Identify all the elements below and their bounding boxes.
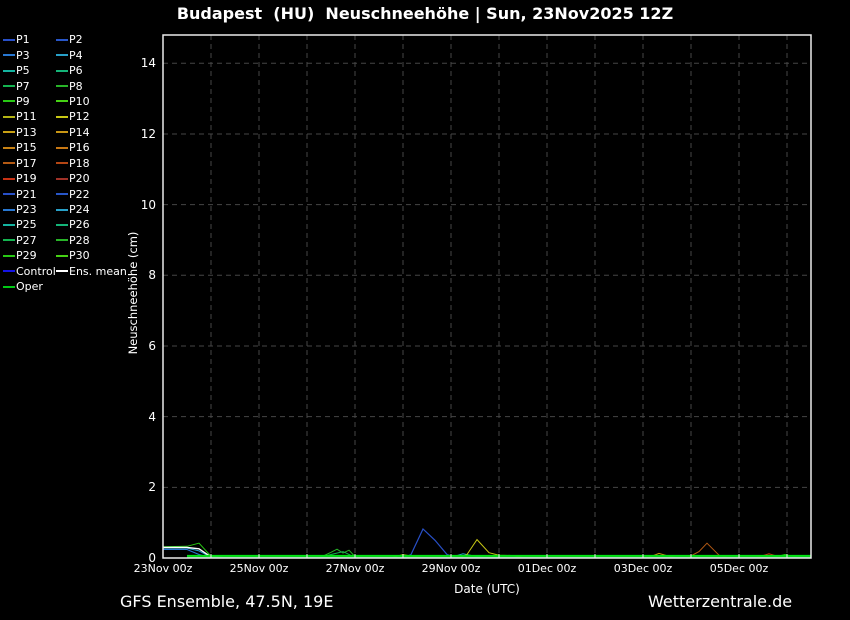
y-axis-title: Neuschneehöhe (cm): [126, 232, 140, 355]
x-tick-label: 25Nov 00z: [230, 562, 289, 575]
series-P21-spike: [403, 529, 463, 558]
y-tick-label: 4: [118, 410, 156, 424]
y-tick-label: 10: [118, 198, 156, 212]
y-tick-label: 2: [118, 480, 156, 494]
x-tick-label: 05Dec 00z: [710, 562, 769, 575]
x-tick-label: 03Dec 00z: [614, 562, 673, 575]
y-tick-label: 0: [118, 551, 156, 565]
x-tick-label: 27Nov 00z: [326, 562, 385, 575]
x-tick-label: 01Dec 00z: [518, 562, 577, 575]
x-tick-label: 29Nov 00z: [422, 562, 481, 575]
x-axis-title: Date (UTC): [454, 582, 520, 596]
plot-border: [163, 35, 811, 558]
y-tick-label: 14: [118, 56, 156, 70]
footer-model-info: GFS Ensemble, 47.5N, 19E: [120, 592, 333, 611]
footer-site-name: Wetterzentrale.de: [648, 592, 792, 611]
y-tick-label: 12: [118, 127, 156, 141]
